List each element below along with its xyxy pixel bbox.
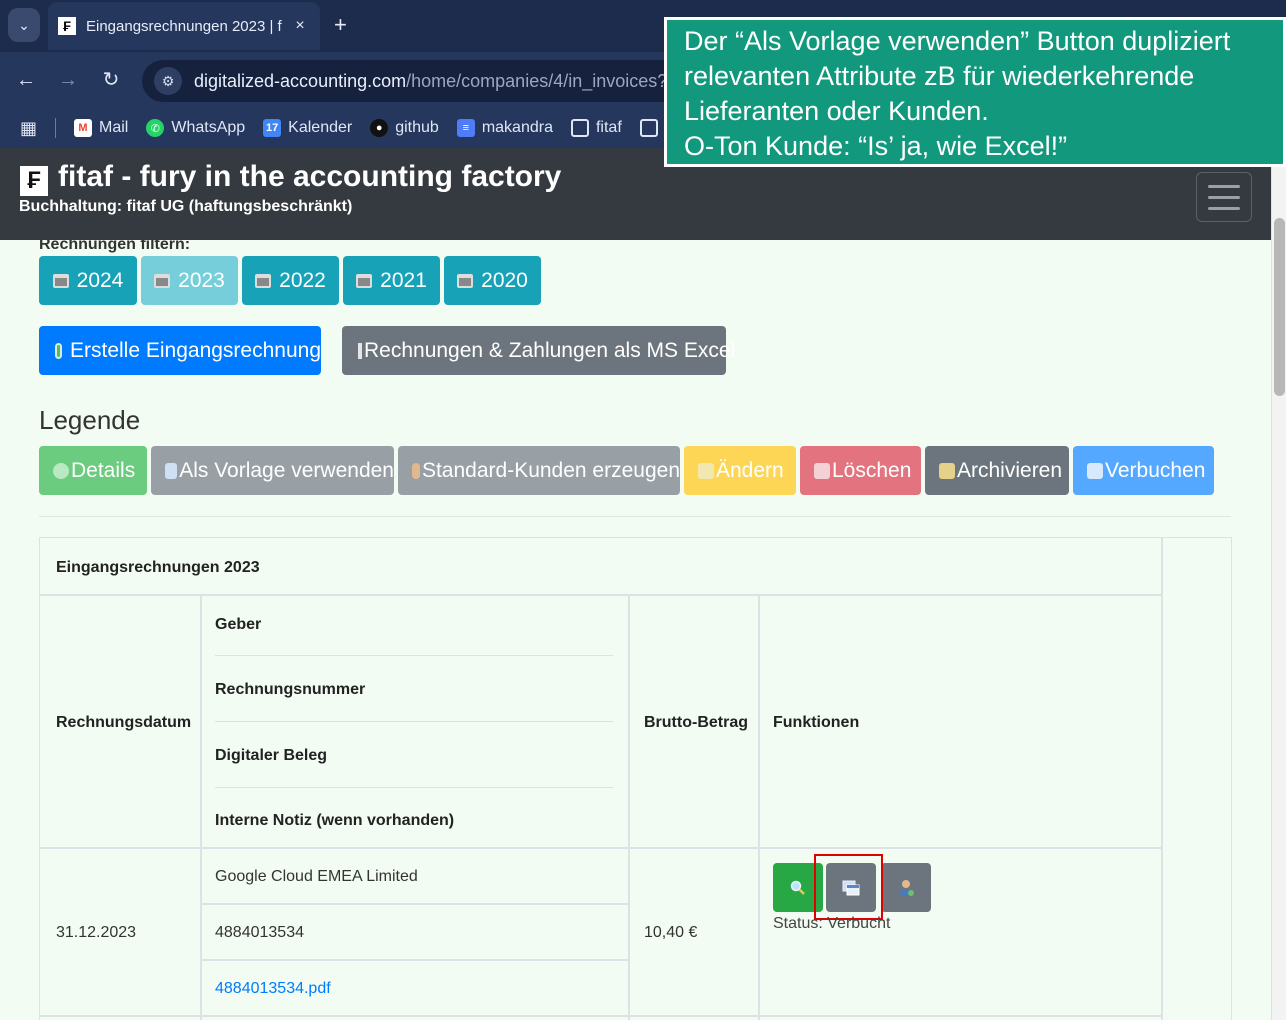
apps-grid-icon[interactable]: ▦ bbox=[20, 118, 37, 139]
legend-use-as-template: Als Vorlage verwenden bbox=[151, 446, 394, 495]
fitaf-favicon-icon: ₣ bbox=[58, 17, 76, 35]
table-caption: Eingangsrechnungen 2023 bbox=[40, 538, 1163, 596]
hamburger-menu-icon[interactable] bbox=[1196, 172, 1252, 222]
row-status: Status: Verbucht bbox=[773, 915, 891, 932]
makandra-icon: ≡ bbox=[456, 119, 475, 137]
app-title[interactable]: fitaf - fury in the accounting factory bbox=[58, 160, 561, 194]
legend-edit: Ändern bbox=[684, 446, 796, 495]
bookmark-fitaf[interactable]: fitaf bbox=[570, 119, 622, 137]
year-filter-2020[interactable]: 2020 bbox=[444, 256, 541, 305]
tab-title: Eingangsrechnungen 2023 | f bbox=[86, 17, 282, 35]
trash-icon bbox=[814, 462, 830, 479]
row-date: 31.12.2023 bbox=[56, 924, 137, 941]
header-internal-note: Interne Notiz (wenn vorhanden) bbox=[215, 812, 455, 829]
page-scrollbar[interactable] bbox=[1271, 148, 1286, 1020]
filter-label: Rechnungen filtern: bbox=[39, 240, 191, 253]
whatsapp-icon: ✆ bbox=[146, 119, 165, 137]
header-digital-receipt: Digitaler Beleg bbox=[215, 747, 328, 764]
bookmark-folder-more[interactable] bbox=[639, 119, 665, 137]
year-filter-2021[interactable]: 2021 bbox=[343, 256, 440, 305]
legend-create-default-customer: Standard-Kunden erzeugen bbox=[398, 446, 680, 495]
bookmark-github[interactable]: ● github bbox=[370, 119, 439, 137]
row-amount: 10,40 € bbox=[644, 924, 698, 941]
legend-delete: Löschen bbox=[800, 446, 921, 495]
scrollbar-thumb[interactable] bbox=[1274, 218, 1285, 396]
row-receipt: 4884013534.pdf bbox=[215, 980, 331, 998]
header-invoice-number: Rechnungsnummer bbox=[215, 681, 366, 698]
header-gross-amount: Brutto-Betrag bbox=[644, 714, 748, 731]
legend-details: Details bbox=[39, 446, 147, 495]
legend-archive: Archivieren bbox=[925, 446, 1069, 495]
url-text: digitalized-accounting.com/home/companie… bbox=[194, 70, 668, 91]
bookmark-mail[interactable]: M Mail bbox=[74, 119, 128, 137]
row-invoice-number: 4884013534 bbox=[215, 924, 304, 941]
lock-icon bbox=[939, 462, 955, 479]
row-issuer: Google Cloud EMEA Limited bbox=[215, 868, 418, 885]
calendar-icon: 17 bbox=[263, 119, 282, 137]
magnifier-icon bbox=[790, 880, 805, 895]
magnifier-icon bbox=[53, 462, 69, 479]
bookmark-makandra[interactable]: ≡ makandra bbox=[456, 119, 553, 137]
export-excel-button[interactable]: Rechnungen & Zahlungen als MS Excel bbox=[342, 326, 735, 375]
year-filter-2022[interactable]: 2022 bbox=[242, 256, 339, 305]
close-tab-icon[interactable]: × bbox=[290, 17, 310, 35]
github-icon: ● bbox=[370, 119, 389, 137]
folder-icon bbox=[570, 119, 589, 137]
year-filter-2023[interactable]: 2023 bbox=[141, 256, 238, 305]
new-tab-button[interactable]: + bbox=[334, 12, 347, 38]
tab-search-button[interactable]: ⌄ bbox=[8, 8, 40, 42]
section-divider bbox=[39, 516, 1231, 517]
highlight-box bbox=[814, 854, 883, 920]
pencil-icon bbox=[698, 462, 714, 479]
gmail-icon: M bbox=[74, 119, 93, 137]
bookmarks-separator bbox=[55, 118, 57, 138]
calendar-icon bbox=[457, 273, 474, 288]
calendar-icon bbox=[356, 273, 373, 288]
main-content: Rechnungen filtern: 2024 2023 2022 2021 … bbox=[0, 240, 1270, 1020]
browser-tab[interactable]: ₣ Eingangsrechnungen 2023 | f × bbox=[48, 2, 320, 50]
calendar-icon bbox=[154, 273, 171, 288]
site-settings-icon[interactable]: ⚙ bbox=[154, 67, 182, 95]
excel-icon bbox=[358, 342, 362, 359]
receipt-pdf-link[interactable]: 4884013534.pdf bbox=[215, 980, 331, 997]
invoices-table: Eingangsrechnungen 2023 Rechnungsdatum G… bbox=[39, 537, 1232, 1020]
create-invoice-button[interactable]: Erstelle Eingangsrechnung bbox=[39, 326, 321, 375]
bookmark-whatsapp[interactable]: ✆ WhatsApp bbox=[146, 119, 245, 137]
header-issuer: Geber bbox=[215, 616, 262, 633]
user-icon bbox=[412, 462, 420, 479]
legend-book: Verbuchen bbox=[1073, 446, 1214, 495]
create-default-customer-button[interactable] bbox=[881, 863, 931, 912]
year-filter-2024[interactable]: 2024 bbox=[39, 256, 137, 305]
copy-window-icon bbox=[165, 462, 178, 479]
header-date: Rechnungsdatum bbox=[56, 714, 192, 731]
chevron-down-icon: ⌄ bbox=[18, 16, 30, 33]
calendar-icon bbox=[52, 273, 69, 288]
calendar-icon bbox=[255, 273, 272, 288]
user-icon bbox=[900, 879, 914, 896]
fitaf-logo[interactable]: ₣ bbox=[20, 166, 48, 196]
forward-arrow-icon[interactable]: → bbox=[56, 68, 80, 92]
bookmark-kalender[interactable]: 17 Kalender bbox=[263, 119, 352, 137]
plus-circle-icon bbox=[55, 342, 62, 359]
company-subtitle: Buchhaltung: fitaf UG (haftungsbeschränk… bbox=[19, 198, 353, 215]
back-arrow-icon[interactable]: ← bbox=[14, 68, 38, 92]
reload-icon[interactable]: ↻ bbox=[99, 68, 123, 92]
save-disk-icon bbox=[1087, 462, 1103, 479]
legend-title: Legende bbox=[39, 405, 141, 435]
annotation-callout: Der “Als Vorlage verwenden” Button dupli… bbox=[664, 17, 1286, 167]
header-functions: Funktionen bbox=[773, 714, 860, 731]
folder-icon bbox=[639, 119, 658, 137]
